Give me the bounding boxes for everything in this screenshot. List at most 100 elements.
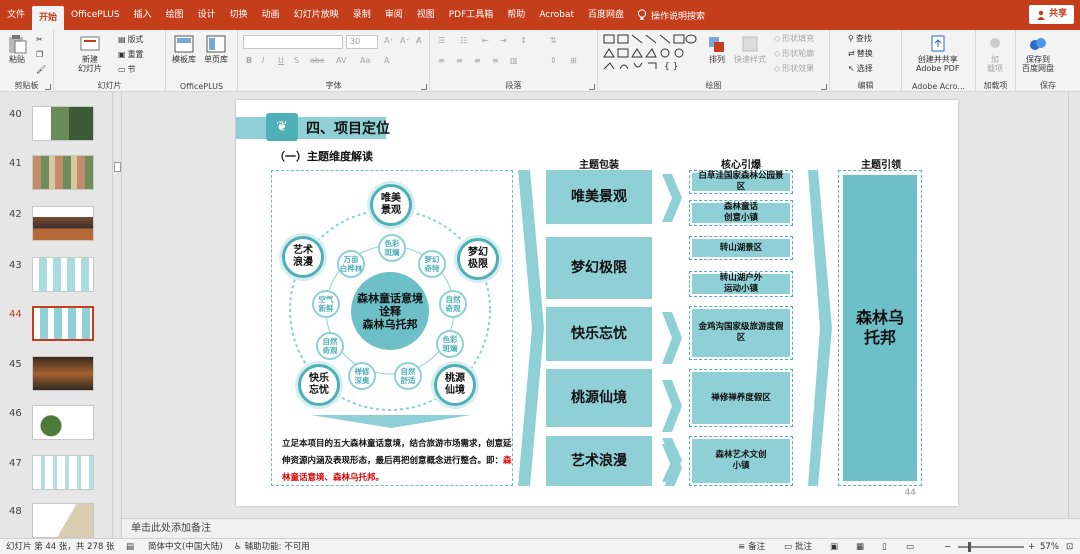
- zoom-in-icon[interactable]: +: [1028, 539, 1035, 554]
- align-center-icon[interactable]: ≡: [456, 56, 463, 65]
- tab-officeplus[interactable]: OfficePLUS: [64, 0, 127, 30]
- tab-insert[interactable]: 插入: [127, 0, 159, 30]
- font-launcher-icon[interactable]: [421, 84, 427, 90]
- shape-effects-button[interactable]: ◇ 形状效果: [774, 63, 814, 74]
- slide-sorter-icon[interactable]: ▦: [856, 539, 864, 554]
- thumbnail-row[interactable]: 42: [0, 206, 122, 246]
- quick-styles-button[interactable]: 快速样式: [734, 34, 766, 64]
- thumbnail-row[interactable]: 45: [0, 356, 122, 396]
- font-name-box[interactable]: [243, 35, 343, 49]
- arrange-button[interactable]: 排列: [706, 34, 728, 64]
- decrease-font-icon[interactable]: A⁻: [400, 36, 410, 45]
- core-box[interactable]: 森林童话 创意小镇: [689, 200, 793, 226]
- core-box[interactable]: 森林艺术文创 小镇: [689, 436, 793, 486]
- language-indicator[interactable]: 简体中文(中国大陆): [148, 539, 223, 554]
- single-page-library-button[interactable]: 单页库: [204, 34, 228, 64]
- big-circle[interactable]: 艺术 浪漫: [282, 236, 324, 278]
- copy-icon[interactable]: ❐: [36, 50, 43, 59]
- reset-button[interactable]: ▣ 重置: [118, 49, 144, 60]
- tab-acrobat[interactable]: Acrobat: [532, 0, 581, 30]
- numbering-icon[interactable]: ☷: [460, 36, 467, 45]
- core-box[interactable]: 禅修禅养度假区: [689, 369, 793, 427]
- zoom-out-icon[interactable]: −: [944, 539, 951, 554]
- accessibility-status[interactable]: ♿ 辅助功能: 不可用: [234, 539, 310, 554]
- notes-pane[interactable]: 单击此处添加备注: [122, 518, 1080, 538]
- increase-indent-icon[interactable]: ⇥: [500, 36, 507, 45]
- slide-thumbnail[interactable]: [32, 206, 94, 241]
- clear-format-icon[interactable]: A̸: [416, 36, 421, 45]
- bullets-icon[interactable]: ☰: [438, 36, 445, 45]
- char-spacing-icon[interactable]: AV: [336, 56, 346, 65]
- slide-canvas[interactable]: ❦ 四、项目定位 （一）主题维度解读 森林童话意境 诠释 森林乌托邦 唯美 景观…: [236, 100, 958, 506]
- tab-animations[interactable]: 动画: [255, 0, 287, 30]
- theme-box[interactable]: 快乐忘忧: [546, 307, 652, 361]
- theme-box[interactable]: 梦幻极限: [546, 237, 652, 299]
- replace-button[interactable]: ⇄ 替换: [848, 48, 873, 59]
- small-circle[interactable]: 空气 新鲜: [312, 290, 340, 318]
- section-button[interactable]: ▭ 节: [118, 64, 136, 75]
- description-text[interactable]: 立足本项目的五大森林童话意境，结合旅游市场需求，创意延伸资源内涵及表现形态，最后…: [282, 436, 518, 487]
- load-addins-button[interactable]: 加 载项: [984, 34, 1006, 73]
- paragraph-launcher-icon[interactable]: [589, 84, 595, 90]
- drawing-launcher-icon[interactable]: [821, 84, 827, 90]
- shape-outline-button[interactable]: ◇ 形状轮廓: [774, 48, 814, 59]
- align-left-icon[interactable]: ≡: [438, 56, 445, 65]
- zoom-slider-knob[interactable]: [968, 542, 971, 552]
- small-circle[interactable]: 自然 舒适: [394, 362, 422, 390]
- paste-button[interactable]: 粘贴: [6, 34, 28, 64]
- slide-thumbnail[interactable]: [32, 155, 94, 190]
- tab-slideshow[interactable]: 幻灯片放映: [287, 0, 346, 30]
- thumbnail-row[interactable]: 43: [0, 257, 122, 297]
- columns-icon[interactable]: ▥: [510, 56, 518, 65]
- font-size-box[interactable]: 30: [346, 35, 378, 49]
- tab-record[interactable]: 录制: [346, 0, 378, 30]
- italic-icon[interactable]: I: [262, 56, 264, 65]
- slide-thumbnail[interactable]: [32, 356, 94, 391]
- core-box[interactable]: 金鸡沟国家级旅游度假区: [689, 306, 793, 360]
- theme-box[interactable]: 桃源仙境: [546, 369, 652, 427]
- change-case-icon[interactable]: Aa: [360, 56, 370, 65]
- thumbnails-scroll-thumb[interactable]: [114, 162, 121, 172]
- tab-transitions[interactable]: 切换: [223, 0, 255, 30]
- core-box[interactable]: 转山湖景区: [689, 236, 793, 260]
- slide-thumbnail-current[interactable]: [32, 306, 94, 341]
- line-spacing-icon[interactable]: ↕: [520, 36, 527, 45]
- tab-file[interactable]: 文件: [0, 0, 32, 30]
- center-circle[interactable]: 森林童话意境 诠释 森林乌托邦: [351, 272, 429, 350]
- small-circle[interactable]: 自然 奇观: [316, 332, 344, 360]
- big-circle[interactable]: 快乐 忘忧: [298, 364, 340, 406]
- tab-view[interactable]: 视图: [410, 0, 442, 30]
- reading-view-icon[interactable]: ▯: [882, 539, 887, 554]
- slide-title[interactable]: 四、项目定位: [306, 118, 390, 138]
- tab-baidu-netdisk[interactable]: 百度网盘: [581, 0, 631, 30]
- big-circle[interactable]: 桃源 仙境: [434, 364, 476, 406]
- editor-scrollbar[interactable]: [1068, 92, 1080, 518]
- template-library-button[interactable]: 模板库: [172, 34, 196, 64]
- core-box[interactable]: 白草洼国家森林公园景区: [689, 170, 793, 194]
- normal-view-icon[interactable]: ▣: [830, 539, 838, 554]
- thumbnail-row-selected[interactable]: 44: [0, 306, 122, 346]
- core-box[interactable]: 转山湖户外 运动小镇: [689, 271, 793, 297]
- decrease-indent-icon[interactable]: ⇤: [482, 36, 489, 45]
- create-pdf-button[interactable]: 创建并共享 Adobe PDF: [916, 34, 959, 73]
- slide-thumbnail[interactable]: [32, 455, 94, 490]
- select-button[interactable]: ↖ 选择: [848, 63, 873, 74]
- big-circle[interactable]: 梦幻 极限: [457, 238, 499, 280]
- tab-design[interactable]: 设计: [191, 0, 223, 30]
- find-button[interactable]: ⚲ 查找: [848, 33, 872, 44]
- bold-icon[interactable]: B: [246, 56, 252, 65]
- shape-fill-button[interactable]: ◇ 形状填充: [774, 33, 814, 44]
- increase-font-icon[interactable]: A⁺: [384, 36, 394, 45]
- layout-button[interactable]: ▤ 版式: [118, 34, 144, 45]
- spellcheck-icon[interactable]: ▤: [126, 539, 134, 554]
- comments-toggle[interactable]: ▭ 批注: [784, 539, 812, 554]
- text-direction-icon[interactable]: ⇅: [550, 36, 557, 45]
- tab-help[interactable]: 帮助: [500, 0, 532, 30]
- thumbnail-row[interactable]: 40: [0, 106, 122, 146]
- fit-to-window-icon[interactable]: ⊡: [1066, 539, 1073, 554]
- clipboard-launcher-icon[interactable]: [45, 84, 51, 90]
- slide-thumbnail[interactable]: [32, 503, 94, 538]
- notes-toggle[interactable]: ≡ 备注: [738, 539, 765, 554]
- small-circle[interactable]: 万亩 白桦林: [337, 250, 365, 278]
- font-color-icon[interactable]: A: [384, 56, 389, 65]
